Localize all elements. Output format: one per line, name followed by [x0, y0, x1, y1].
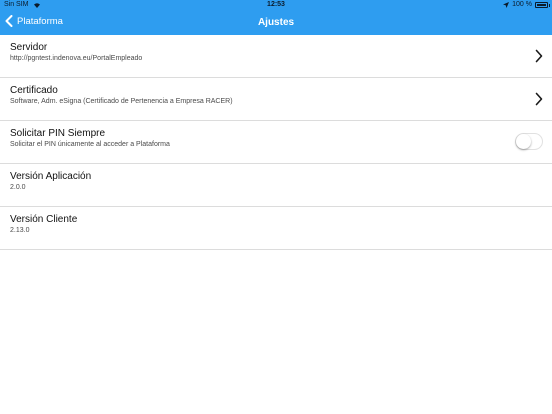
navigation-bar: Plataforma Ajustes	[0, 11, 552, 35]
settings-row-version-cliente: Versión Cliente 2.13.0	[0, 207, 552, 250]
status-right: 100 %	[503, 1, 550, 8]
settings-row-version-aplicacion: Versión Aplicación 2.0.0	[0, 164, 552, 207]
row-title: Solicitar PIN Siempre	[10, 128, 106, 139]
row-title: Versión Cliente	[10, 214, 78, 225]
header-bar: Sin SIM 12:53 100 % Plataforma Ajustes	[0, 0, 552, 35]
battery-percent: 100 %	[512, 1, 532, 8]
pin-toggle[interactable]	[515, 133, 543, 150]
row-subtitle: Solicitar el PIN únicamente al acceder a…	[10, 141, 170, 148]
row-subtitle: Software, Adm. eSigna (Certificado de Pe…	[10, 98, 233, 105]
row-subtitle: http://pgntest.indenova.eu/PortalEmplead…	[10, 55, 143, 62]
chevron-right-icon	[535, 92, 543, 106]
location-arrow-icon	[503, 1, 510, 8]
settings-row-certificado[interactable]: Certificado Software, Adm. eSigna (Certi…	[0, 78, 552, 121]
row-subtitle: 2.13.0	[10, 227, 30, 234]
settings-list: Servidor http://pgntest.indenova.eu/Port…	[0, 35, 552, 250]
page-title: Ajustes	[257, 17, 295, 28]
row-title: Certificado	[10, 85, 58, 96]
status-time: 12:53	[267, 1, 285, 8]
toggle-knob	[516, 134, 531, 149]
row-title: Versión Aplicación	[10, 171, 92, 182]
row-subtitle: 2.0.0	[10, 184, 26, 191]
status-bar: Sin SIM 12:53 100 %	[0, 0, 552, 11]
row-title: Servidor	[10, 42, 48, 53]
chevron-right-icon	[535, 49, 543, 63]
settings-row-servidor[interactable]: Servidor http://pgntest.indenova.eu/Port…	[0, 35, 552, 78]
battery-icon	[535, 1, 550, 8]
settings-row-solicitar-pin: Solicitar PIN Siempre Solicitar el PIN ú…	[0, 121, 552, 164]
